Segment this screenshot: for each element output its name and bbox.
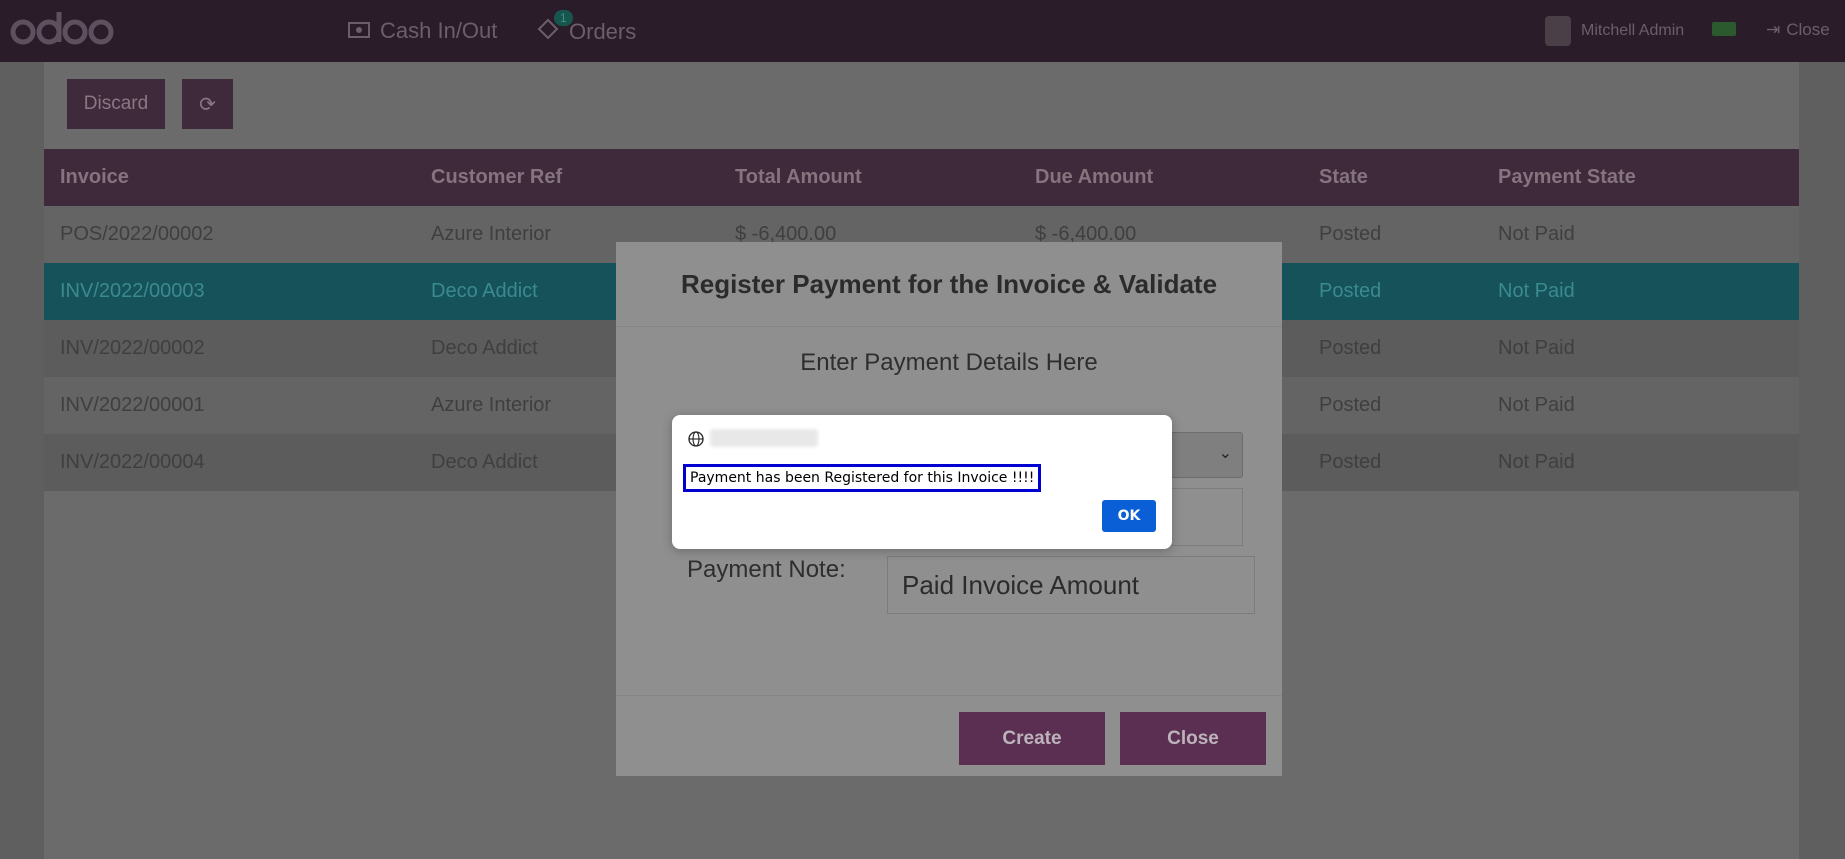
column-header[interactable]: Due Amount xyxy=(1019,149,1303,206)
orders-icon: 1 xyxy=(537,10,573,46)
avatar xyxy=(1545,16,1571,46)
alert-origin-blurred xyxy=(710,429,818,447)
invoice-cell: INV/2022/00004 xyxy=(44,434,415,491)
payment-state-cell: Not Paid xyxy=(1482,206,1799,263)
invoice-cell: POS/2022/00002 xyxy=(44,206,415,263)
state-cell: Posted xyxy=(1303,320,1482,377)
close-button[interactable]: Close xyxy=(1120,712,1266,765)
payment-state-cell: Not Paid xyxy=(1482,434,1799,491)
payment-amount-field[interactable] xyxy=(1161,488,1243,546)
chevron-down-icon: ⌄ xyxy=(1218,445,1232,462)
table-header-row: Invoice Customer Ref Total Amount Due Am… xyxy=(44,149,1799,206)
globe-icon xyxy=(688,431,704,447)
cash-in-out-label: Cash In/Out xyxy=(380,18,498,43)
browser-alert-dialog: Payment has been Registered for this Inv… xyxy=(672,415,1172,549)
create-button[interactable]: Create xyxy=(959,712,1105,765)
close-session-button[interactable]: ⇥ Close xyxy=(1766,20,1830,40)
modal-footer: Create Close xyxy=(616,695,1282,765)
discard-button[interactable]: Discard xyxy=(67,79,165,129)
odoo-logo xyxy=(10,12,114,45)
column-header[interactable]: Invoice xyxy=(44,149,415,206)
cash-in-out-button[interactable]: Cash In/Out xyxy=(348,18,497,44)
column-header[interactable]: Total Amount xyxy=(719,149,1019,206)
user-name: Mitchell Admin xyxy=(1581,22,1685,39)
payment-method-select[interactable]: ⌄ xyxy=(1161,432,1243,478)
column-header[interactable]: Payment State xyxy=(1482,149,1799,206)
orders-button[interactable]: 1 Orders xyxy=(537,10,637,46)
orders-label: Orders xyxy=(569,19,637,44)
user-menu[interactable]: Mitchell Admin xyxy=(1545,16,1684,46)
sign-out-icon: ⇥ xyxy=(1766,20,1781,39)
ok-button[interactable]: OK xyxy=(1102,500,1156,532)
close-session-label: Close xyxy=(1786,20,1830,39)
top-navbar: Cash In/Out 1 Orders Mitchell Admin ⇥ Cl… xyxy=(0,0,1845,62)
orders-count-badge: 1 xyxy=(554,10,573,26)
payment-note-input[interactable]: Paid Invoice Amount xyxy=(887,556,1255,614)
modal-title: Register Payment for the Invoice & Valid… xyxy=(616,242,1282,327)
modal-subtitle: Enter Payment Details Here xyxy=(800,349,1098,376)
payment-state-cell: Not Paid xyxy=(1482,263,1799,320)
payment-note-label: Payment Note: xyxy=(687,556,846,583)
state-cell: Posted xyxy=(1303,434,1482,491)
payment-state-cell: Not Paid xyxy=(1482,377,1799,434)
state-cell: Posted xyxy=(1303,377,1482,434)
invoice-cell: INV/2022/00001 xyxy=(44,377,415,434)
refresh-button[interactable]: ⟳ xyxy=(182,79,233,129)
payment-state-cell: Not Paid xyxy=(1482,320,1799,377)
alert-message: Payment has been Registered for this Inv… xyxy=(683,464,1042,492)
column-header[interactable]: State xyxy=(1303,149,1482,206)
column-header[interactable]: Customer Ref xyxy=(415,149,719,206)
state-cell: Posted xyxy=(1303,206,1482,263)
refresh-icon: ⟳ xyxy=(199,93,216,116)
money-icon xyxy=(348,18,370,44)
status-indicator-icon xyxy=(1712,22,1736,36)
invoice-cell: INV/2022/00002 xyxy=(44,320,415,377)
invoice-cell: INV/2022/00003 xyxy=(44,263,415,320)
state-cell: Posted xyxy=(1303,263,1482,320)
